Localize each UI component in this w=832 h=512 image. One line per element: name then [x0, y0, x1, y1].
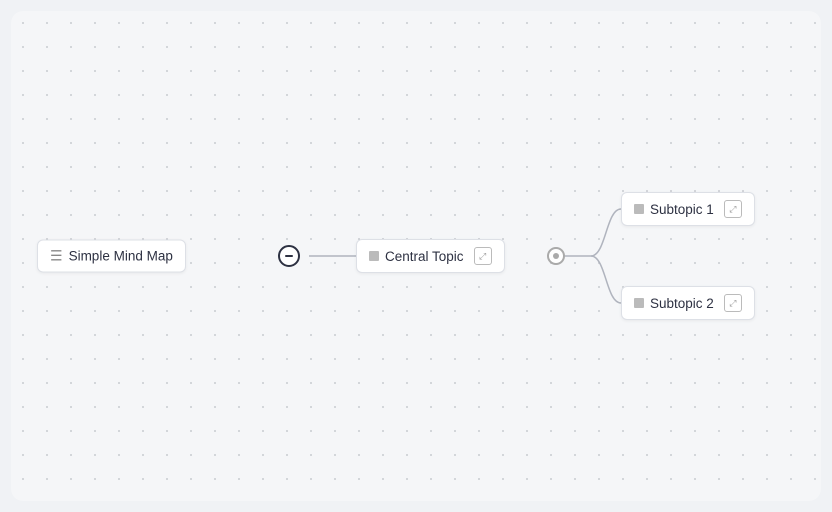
- list-icon: ☰: [50, 248, 63, 265]
- central-expand-button[interactable]: [547, 247, 565, 265]
- minus-icon: [285, 255, 293, 257]
- root-node[interactable]: ☰ Simple Mind Map: [37, 240, 186, 273]
- mind-map-canvas: ☰ Simple Mind Map Central Topic ⤢ Subtop…: [11, 11, 821, 501]
- root-node-label: Simple Mind Map: [69, 249, 173, 264]
- expand-arrows-icon-1[interactable]: ⤢: [724, 200, 742, 218]
- root-collapse-button[interactable]: [278, 245, 300, 267]
- subtopic-2-node[interactable]: Subtopic 2 ⤢: [621, 286, 755, 320]
- subtopic-1-label: Subtopic 1: [650, 202, 714, 217]
- subtopic-1-node[interactable]: Subtopic 1 ⤢: [621, 192, 755, 226]
- central-topic-label: Central Topic: [385, 249, 464, 264]
- square-icon: [369, 251, 379, 261]
- dot-inner: [553, 253, 559, 259]
- central-topic-node[interactable]: Central Topic ⤢: [356, 239, 505, 273]
- expand-arrows-icon[interactable]: ⤢: [474, 247, 492, 265]
- square-icon-1: [634, 204, 644, 214]
- expand-arrows-icon-2[interactable]: ⤢: [724, 294, 742, 312]
- subtopic-2-label: Subtopic 2: [650, 296, 714, 311]
- square-icon-2: [634, 298, 644, 308]
